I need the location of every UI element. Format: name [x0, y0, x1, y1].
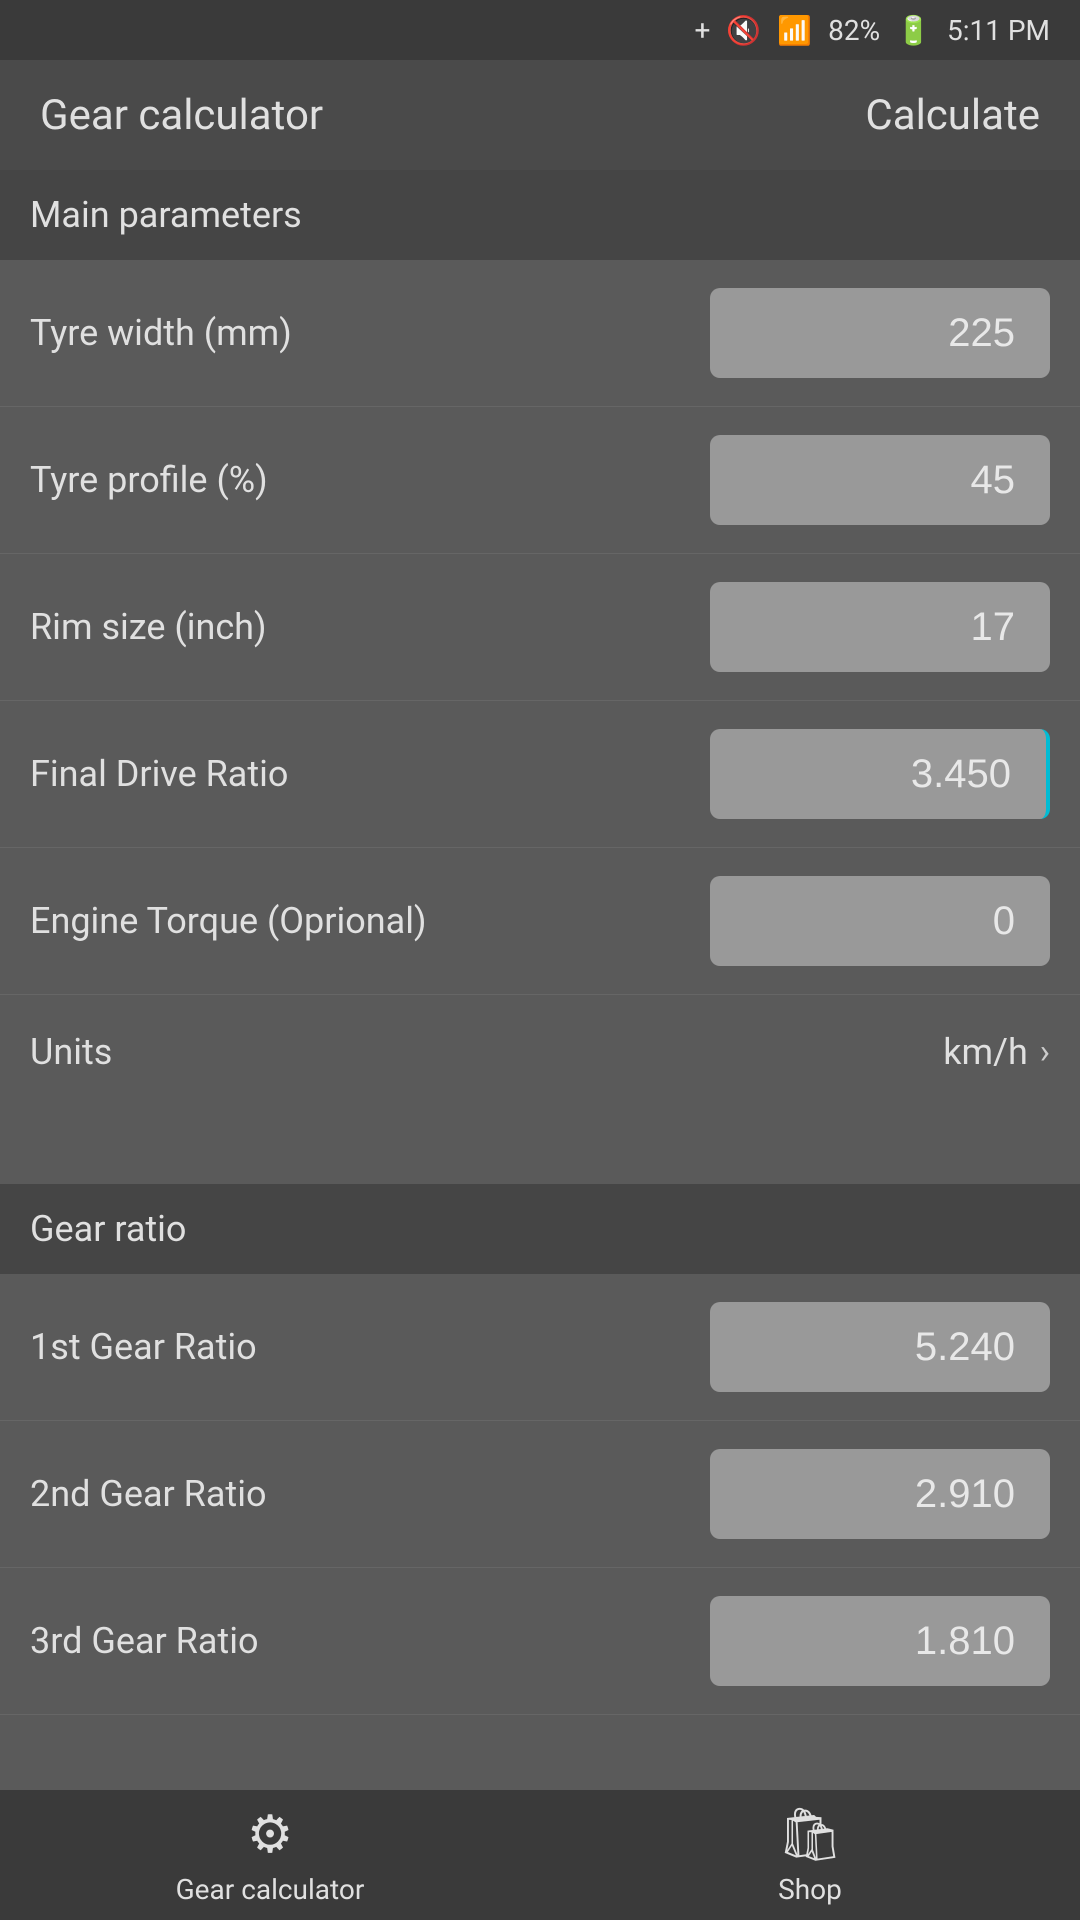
tyre-width-input[interactable] — [710, 288, 1050, 378]
nav-shop[interactable]: 🛍 Shop — [540, 1804, 1080, 1906]
main-parameters-content: Tyre width (mm) Tyre profile (%) Rim siz… — [0, 260, 1080, 1184]
gear-calculator-icon: ⚙ — [247, 1804, 294, 1865]
nav-gear-calculator[interactable]: ⚙ Gear calculator — [0, 1804, 540, 1906]
engine-torque-row: Engine Torque (Oprional) — [0, 848, 1080, 995]
gear-3-input[interactable] — [710, 1596, 1050, 1686]
gear-ratio-title: Gear ratio — [30, 1208, 186, 1250]
tyre-profile-label: Tyre profile (%) — [30, 459, 710, 501]
final-drive-ratio-label: Final Drive Ratio — [30, 753, 710, 795]
gear-1-label: 1st Gear Ratio — [30, 1326, 710, 1368]
gear-3-row: 3rd Gear Ratio — [0, 1568, 1080, 1715]
mute-icon: 🔇 — [726, 14, 761, 47]
bluetooth-icon: +︎ — [694, 14, 710, 47]
main-parameters-header: Main parameters — [0, 170, 1080, 260]
gear-2-row: 2nd Gear Ratio — [0, 1421, 1080, 1568]
nav-shop-label: Shop — [778, 1873, 842, 1906]
tyre-width-label: Tyre width (mm) — [30, 312, 710, 354]
gear-2-input[interactable] — [710, 1449, 1050, 1539]
gear-2-label: 2nd Gear Ratio — [30, 1473, 710, 1515]
status-bar: +︎ 🔇 📶 82% 🔋 5:11 PM — [0, 0, 1080, 60]
engine-torque-label: Engine Torque (Oprional) — [30, 900, 710, 942]
tyre-width-row: Tyre width (mm) — [0, 260, 1080, 407]
gear-3-label: 3rd Gear Ratio — [30, 1620, 710, 1662]
app-title: Gear calculator — [40, 91, 323, 140]
app-bar: Gear calculator Calculate — [0, 60, 1080, 170]
gear-1-row: 1st Gear Ratio — [0, 1274, 1080, 1421]
units-value-text: km/h — [943, 1031, 1028, 1073]
rim-size-input[interactable] — [710, 582, 1050, 672]
gear-1-input[interactable] — [710, 1302, 1050, 1392]
status-icons: +︎ 🔇 📶 82% 🔋 5:11 PM — [694, 14, 1050, 47]
main-scroll: Main parameters Tyre width (mm) Tyre pro… — [0, 170, 1080, 1790]
tyre-profile-input[interactable] — [710, 435, 1050, 525]
rim-size-label: Rim size (inch) — [30, 606, 710, 648]
gear-ratio-header: Gear ratio — [0, 1184, 1080, 1274]
bottom-nav: ⚙ Gear calculator 🛍 Shop — [0, 1790, 1080, 1920]
units-label: Units — [30, 1031, 112, 1073]
calculate-button[interactable]: Calculate — [865, 91, 1040, 140]
units-selector[interactable]: km/h › — [943, 1031, 1050, 1073]
main-parameters-title: Main parameters — [30, 194, 302, 236]
tyre-profile-row: Tyre profile (%) — [0, 407, 1080, 554]
time-text: 5:11 PM — [947, 14, 1050, 47]
final-drive-ratio-row: Final Drive Ratio — [0, 701, 1080, 848]
rim-size-row: Rim size (inch) — [0, 554, 1080, 701]
engine-torque-input[interactable] — [710, 876, 1050, 966]
battery-icon: 🔋 — [896, 14, 931, 47]
battery-text: 82% — [828, 14, 880, 47]
final-drive-ratio-input[interactable] — [710, 729, 1050, 819]
units-row[interactable]: Units km/h › — [0, 995, 1080, 1109]
nav-gear-calculator-label: Gear calculator — [176, 1873, 365, 1906]
gear-ratio-content: 1st Gear Ratio 2nd Gear Ratio 3rd Gear R… — [0, 1274, 1080, 1790]
wifi-icon: 📶 — [777, 14, 812, 47]
shop-icon: 🛍 — [777, 1804, 843, 1865]
chevron-right-icon: › — [1040, 1032, 1050, 1072]
